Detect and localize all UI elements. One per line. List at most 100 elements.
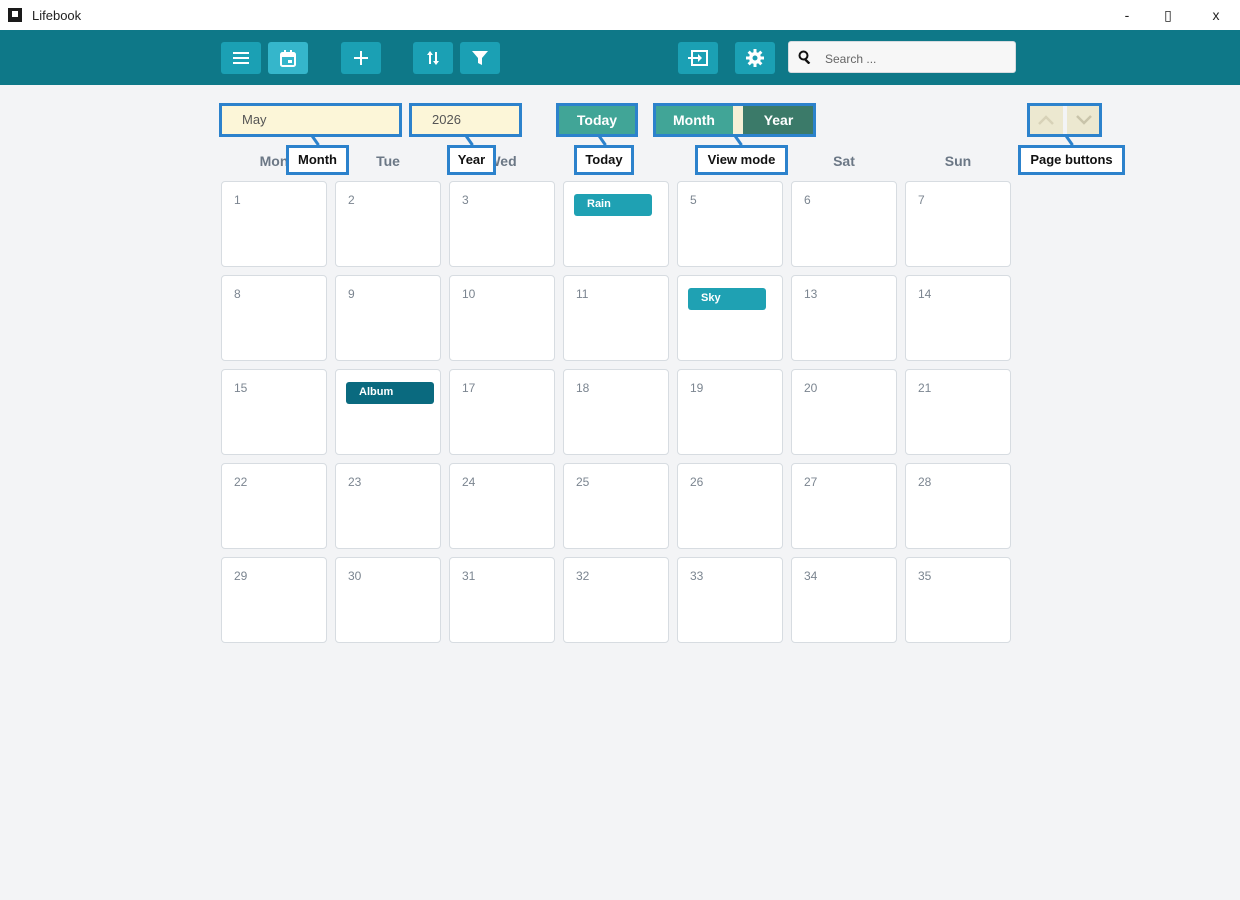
- day-cell[interactable]: 27: [791, 463, 897, 549]
- day-cell[interactable]: 22: [221, 463, 327, 549]
- day-number: 15: [234, 381, 248, 395]
- day-number: 24: [462, 475, 476, 489]
- page-up-button[interactable]: [1029, 105, 1063, 135]
- search-input[interactable]: [823, 48, 1012, 70]
- day-number: 21: [918, 381, 932, 395]
- day-number: 33: [690, 569, 704, 583]
- day-cell[interactable]: 35: [905, 557, 1011, 643]
- view-mode-year-button[interactable]: Year: [743, 105, 814, 135]
- sort-icon: [427, 51, 439, 65]
- export-icon: [688, 50, 708, 66]
- day-cell[interactable]: 20: [791, 369, 897, 455]
- day-cell[interactable]: 14: [905, 275, 1011, 361]
- day-number: 34: [804, 569, 818, 583]
- day-number: 29: [234, 569, 248, 583]
- day-cell[interactable]: 33: [677, 557, 783, 643]
- day-cell[interactable]: 29: [221, 557, 327, 643]
- maximize-button[interactable]: ▯: [1158, 7, 1178, 24]
- event-chip[interactable]: Sky: [688, 288, 766, 310]
- day-number: 8: [234, 287, 241, 301]
- day-cell[interactable]: 10: [449, 275, 555, 361]
- day-number: 19: [690, 381, 704, 395]
- day-cell[interactable]: 6: [791, 181, 897, 267]
- day-cell[interactable]: 17: [449, 369, 555, 455]
- calendar-button[interactable]: [268, 42, 308, 74]
- day-cell[interactable]: 19: [677, 369, 783, 455]
- day-number: 7: [918, 193, 925, 207]
- day-number: 17: [462, 381, 476, 395]
- month-select[interactable]: May: [221, 105, 400, 135]
- day-number: 22: [234, 475, 248, 489]
- menu-button[interactable]: [221, 42, 261, 74]
- day-cell[interactable]: 11: [563, 275, 669, 361]
- app-title: Lifebook: [32, 8, 82, 23]
- day-number: 11: [576, 287, 589, 301]
- today-callout: Today: [574, 145, 634, 175]
- title-bar: Lifebook - ▯ x: [0, 0, 1240, 30]
- day-cell[interactable]: 9: [335, 275, 441, 361]
- day-cell[interactable]: 3: [449, 181, 555, 267]
- menu-icon: [233, 52, 249, 64]
- settings-button[interactable]: [735, 42, 775, 74]
- add-button[interactable]: [341, 42, 381, 74]
- year-callout: Year: [447, 145, 496, 175]
- day-cell[interactable]: 2: [335, 181, 441, 267]
- day-number: 5: [690, 193, 697, 207]
- day-cell[interactable]: Rain: [563, 181, 669, 267]
- day-number: 18: [576, 381, 590, 395]
- event-chip[interactable]: Album: [346, 382, 434, 404]
- day-cell[interactable]: 25: [563, 463, 669, 549]
- day-cell[interactable]: 31: [449, 557, 555, 643]
- day-cell[interactable]: 18: [563, 369, 669, 455]
- day-number: 14: [918, 287, 932, 301]
- day-cell[interactable]: 32: [563, 557, 669, 643]
- day-number: 28: [918, 475, 932, 489]
- search-icon: [798, 50, 811, 64]
- year-field[interactable]: 2026: [411, 105, 520, 135]
- day-cell[interactable]: 34: [791, 557, 897, 643]
- view-mode-callout: View mode: [695, 145, 788, 175]
- day-cell[interactable]: 30: [335, 557, 441, 643]
- day-cell[interactable]: 7: [905, 181, 1011, 267]
- day-cell[interactable]: 5: [677, 181, 783, 267]
- day-number: 32: [576, 569, 590, 583]
- day-number: 25: [576, 475, 590, 489]
- month-callout: Month: [286, 145, 349, 175]
- day-cell[interactable]: 15: [221, 369, 327, 455]
- view-mode-divider: [733, 105, 743, 135]
- plus-icon: [354, 51, 368, 65]
- day-cell[interactable]: Album: [335, 369, 441, 455]
- day-number: 31: [462, 569, 476, 583]
- day-cell[interactable]: 1: [221, 181, 327, 267]
- weekday-tue: Tue: [376, 153, 400, 169]
- today-button[interactable]: Today: [558, 105, 636, 135]
- view-mode-month-button[interactable]: Month: [655, 105, 733, 135]
- sort-button[interactable]: [413, 42, 453, 74]
- day-cell[interactable]: 26: [677, 463, 783, 549]
- page-down-button[interactable]: [1067, 105, 1101, 135]
- day-cell[interactable]: 24: [449, 463, 555, 549]
- day-number: 30: [348, 569, 362, 583]
- export-button[interactable]: [678, 42, 718, 74]
- day-number: 6: [804, 193, 811, 207]
- minimize-button[interactable]: -: [1117, 7, 1137, 23]
- search-box[interactable]: [788, 41, 1016, 73]
- app-logo-icon: [8, 8, 22, 22]
- day-cell[interactable]: 23: [335, 463, 441, 549]
- gear-icon: [746, 49, 764, 67]
- chevron-up-icon: [1038, 115, 1054, 125]
- filter-icon: [472, 51, 488, 65]
- toolbar: [0, 30, 1240, 85]
- event-chip[interactable]: Rain: [574, 194, 652, 216]
- weekday-sun: Sun: [944, 153, 972, 169]
- day-cell[interactable]: 8: [221, 275, 327, 361]
- day-number: 35: [918, 569, 932, 583]
- day-cell[interactable]: Sky: [677, 275, 783, 361]
- day-number: 10: [462, 287, 476, 301]
- day-cell[interactable]: 21: [905, 369, 1011, 455]
- close-button[interactable]: x: [1206, 7, 1226, 23]
- day-cell[interactable]: 13: [791, 275, 897, 361]
- weekday-sat: Sat: [833, 153, 855, 169]
- filter-button[interactable]: [460, 42, 500, 74]
- day-cell[interactable]: 28: [905, 463, 1011, 549]
